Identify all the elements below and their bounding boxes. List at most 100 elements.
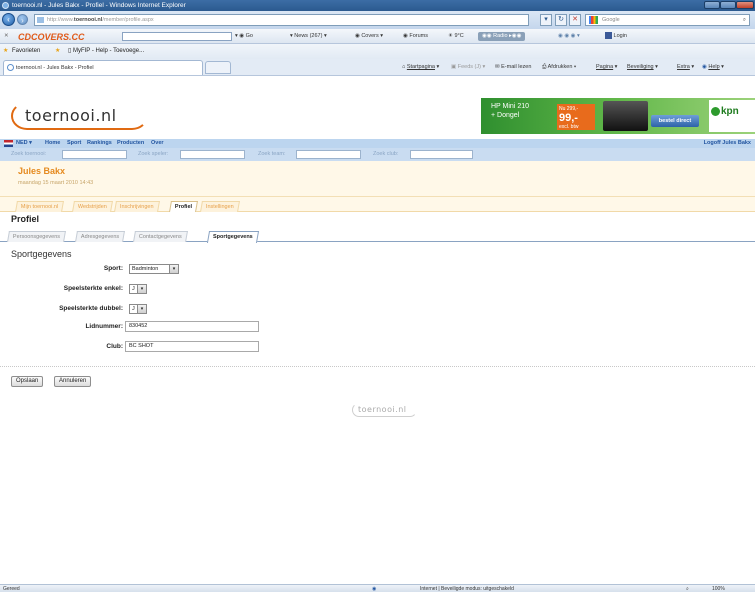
toolbar-forums[interactable]: ◉ Forums: [403, 29, 428, 44]
dropdown-icon[interactable]: ▾: [540, 14, 552, 26]
search-team-input[interactable]: [296, 150, 361, 159]
status-bar: Gereed ◉ Internet | Beveiligde modus: ui…: [0, 584, 755, 592]
chevron-down-icon: ▾: [137, 285, 146, 293]
doubles-strength-label: Speelsterkte dubbel:: [59, 305, 123, 312]
section-title: Sportgegevens: [11, 249, 72, 259]
account-tabs: Mijn toernooi.nl Wedstrijden Inschrijvin…: [0, 197, 755, 212]
page-menu[interactable]: Pagina ▾: [596, 59, 617, 76]
toolbar-login[interactable]: Login: [605, 29, 627, 44]
nav-over[interactable]: Over: [151, 139, 164, 148]
user-name: Jules Bakx: [18, 166, 66, 176]
tab-inschrijvingen[interactable]: Inschrijvingen: [114, 201, 160, 212]
nav-sport[interactable]: Sport: [67, 139, 81, 148]
window-title-bar: toernooi.nl - Jules Bakx - Profiel - Win…: [0, 0, 755, 11]
favorites-bar: ★ Favorieten ★ ▯ MyFIP - Help - Toevoege…: [0, 44, 755, 59]
footer-logo[interactable]: toernooi.nl: [358, 405, 407, 414]
close-button[interactable]: [736, 1, 754, 9]
toolbar-radio[interactable]: ◉◉ Radio ▸◉◉: [478, 32, 526, 41]
member-number-label: Lidnummer:: [85, 323, 123, 330]
language-select[interactable]: NED ▾: [16, 139, 32, 148]
flag-icon: [4, 140, 13, 147]
print-button[interactable]: ⎙ Afdrukken ▾: [542, 59, 576, 76]
sport-select[interactable]: Badminton ▾: [129, 264, 179, 274]
search-team-label: Zoek team:: [258, 151, 286, 157]
search-club-label: Zoek club:: [373, 151, 399, 157]
logoff-link[interactable]: Logoff Jules Bakx: [704, 139, 751, 148]
club-input[interactable]: BC SHOT: [125, 341, 259, 352]
tab-mijn-toernooi[interactable]: Mijn toernooi.nl: [15, 201, 65, 212]
singles-strength-label: Speelsterkte enkel:: [63, 285, 123, 292]
sport-label: Sport:: [103, 265, 123, 272]
feeds-button[interactable]: ▣ Feeds (J) ▾: [451, 59, 485, 76]
star-icon: ★: [3, 48, 9, 54]
ie-tab-icon: [7, 64, 14, 71]
email-button[interactable]: ✉ E-mail lezen: [495, 59, 531, 76]
search-input[interactable]: Google ⌕: [585, 14, 750, 26]
singles-strength-select[interactable]: J ▾: [129, 284, 147, 294]
tab-contactgegevens[interactable]: Contactgegevens: [133, 231, 188, 242]
address-row: ‹ › http://www.toernooi.nl/member/profil…: [0, 11, 755, 29]
nav-producten[interactable]: Producten: [117, 139, 144, 148]
doubles-strength-select[interactable]: J ▾: [129, 304, 147, 314]
tab-instellingen[interactable]: Instellingen: [200, 201, 240, 212]
forward-icon[interactable]: ›: [17, 14, 28, 25]
new-tab-button[interactable]: [205, 61, 231, 74]
club-label: Club:: [106, 343, 123, 350]
toolbar-icons[interactable]: ◉ ◉ ◉ ▾: [558, 29, 580, 44]
ie-icon: [2, 2, 9, 9]
site-logo[interactable]: toernooi.nl: [25, 106, 117, 125]
address-bar[interactable]: http://www.toernooi.nl/member/profile.as…: [34, 14, 529, 26]
toolbar-weather: ☀ 9°C: [448, 33, 464, 39]
site-header: toernooi.nl HP Mini 210 + Dongel Nu 299,-…: [0, 94, 755, 139]
ad-price: Nu 299,- 99,- excl. btw: [557, 104, 595, 130]
laptop-image: [603, 101, 648, 131]
page-icon: [37, 17, 44, 23]
save-button[interactable]: Opslaan: [11, 376, 44, 387]
chevron-down-icon: ▾: [137, 305, 146, 313]
extra-menu[interactable]: Extra ▾: [677, 59, 694, 76]
tab-profiel[interactable]: Profiel: [169, 201, 199, 212]
toolbar-go[interactable]: ▾ ◉ Go: [235, 29, 253, 44]
search-club-input[interactable]: [410, 150, 473, 159]
tab-adresgegevens[interactable]: Adresgegevens: [75, 231, 126, 242]
form-divider: [0, 366, 755, 367]
user-header: Jules Bakx maandag 15 maart 2010 14:43: [0, 161, 755, 197]
tab-row: toernooi.nl - Jules Bakx - Profiel ⌂ Sta…: [0, 59, 755, 76]
nav-rankings[interactable]: Rankings: [87, 139, 112, 148]
toolbar-search-field[interactable]: [122, 32, 232, 41]
cancel-button[interactable]: Annuleren: [54, 376, 92, 387]
search-tournament-input[interactable]: [62, 150, 127, 159]
favorite-item[interactable]: ▯ MyFIP - Help - Toevoege...: [68, 44, 144, 59]
tab-persoonsgegevens[interactable]: Persoonsgegevens: [7, 231, 67, 242]
browser-tab[interactable]: toernooi.nl - Jules Bakx - Profiel: [3, 60, 203, 75]
kpn-icon: [711, 107, 720, 116]
home-button[interactable]: ⌂ Startpagina ▾: [402, 59, 439, 76]
toolbar-news[interactable]: ▾ News (267) ▾: [290, 29, 327, 44]
minimize-button[interactable]: [704, 1, 720, 9]
close-toolbar-icon[interactable]: ✕: [4, 29, 9, 44]
nav-home[interactable]: Home: [45, 139, 60, 148]
add-favorite-icon[interactable]: ★: [55, 44, 60, 59]
ad-text: HP Mini 210 + Dongel: [491, 103, 530, 119]
search-player-input[interactable]: [180, 150, 245, 159]
back-icon[interactable]: ‹: [2, 13, 15, 26]
kpn-logo: kpn: [709, 100, 755, 132]
profile-tabs: Persoonsgegevens Adresgegevens Contactge…: [0, 230, 755, 243]
refresh-icon[interactable]: ↻: [555, 14, 567, 26]
site-search-bar: Zoek toernooi: Zoek speler: Zoek team: Z…: [0, 148, 755, 161]
help-menu[interactable]: ◉ Help ▾: [702, 59, 724, 76]
current-date: maandag 15 maart 2010 14:43: [18, 180, 94, 186]
stop-icon[interactable]: ✕: [569, 14, 581, 26]
ad-cta-button[interactable]: bestel direct: [651, 115, 699, 127]
site-nav: NED ▾ Home Sport Rankings Producten Over…: [0, 139, 755, 148]
tab-wedstrijden[interactable]: Wedstrijden: [72, 201, 113, 212]
search-icon[interactable]: ⌕: [743, 15, 746, 25]
toolbar-covers[interactable]: ◉ Covers ▾: [355, 29, 383, 44]
advertisement-banner[interactable]: HP Mini 210 + Dongel Nu 299,- 99,- excl. bt…: [481, 98, 755, 134]
tab-sportgegevens[interactable]: Sportgegevens: [206, 231, 259, 243]
favorites-button[interactable]: Favorieten: [12, 44, 40, 59]
member-number-input[interactable]: 830452: [125, 321, 259, 332]
maximize-button[interactable]: [720, 1, 736, 9]
search-player-label: Zoek speler:: [138, 151, 169, 157]
security-menu[interactable]: Beveiliging ▾: [627, 59, 658, 76]
